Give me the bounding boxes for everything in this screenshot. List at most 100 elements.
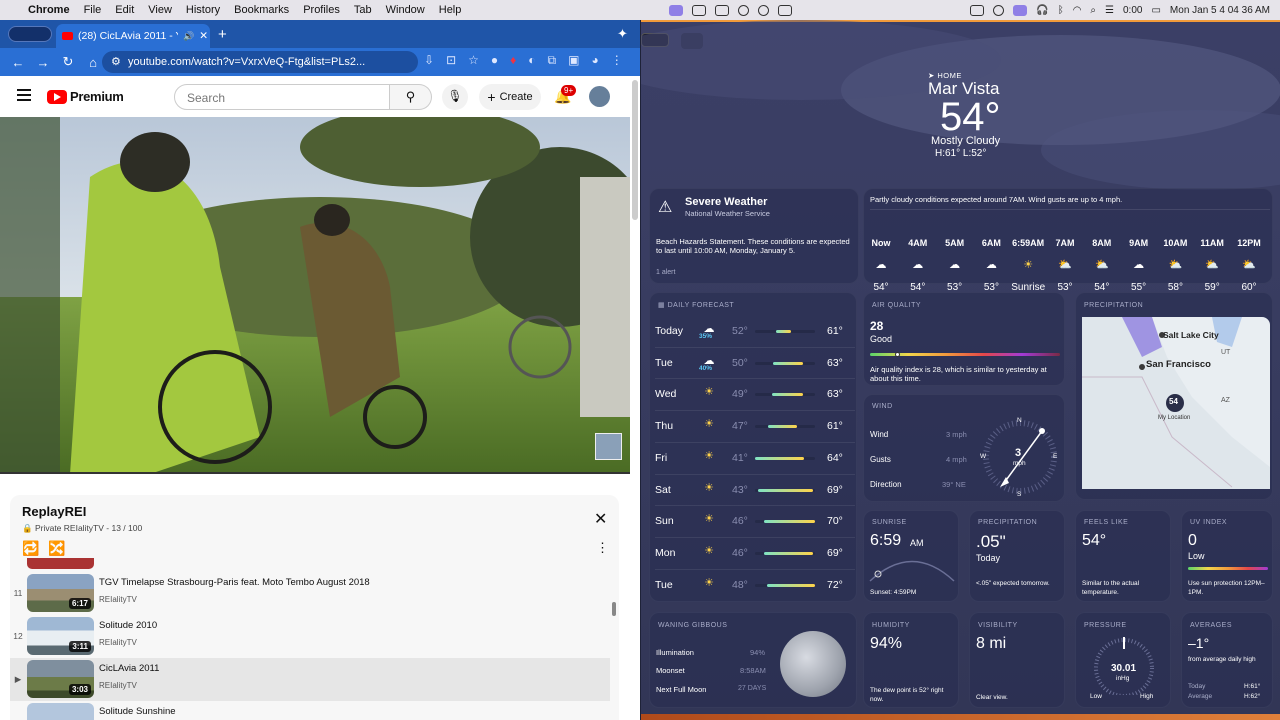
precipitation-map-card[interactable]: PRECIPITATION Salt Lake City San Francis… bbox=[1075, 292, 1273, 500]
shuffle-icon[interactable]: 🔀 bbox=[48, 540, 65, 557]
air-quality-card[interactable]: AIR QUALITY 28 Good Air quality index is… bbox=[863, 292, 1065, 386]
profile-icon[interactable]: ◕ bbox=[591, 53, 598, 68]
precipitation-card[interactable]: PRECIPITATION .05" Today <.05" expected … bbox=[969, 510, 1065, 602]
humidity-card[interactable]: HUMIDITY 94% The dew point is 52° right … bbox=[863, 612, 959, 708]
daily-row[interactable]: Today ☁ 35% 52° 61° bbox=[655, 316, 845, 347]
playlist-scrollbar[interactable] bbox=[612, 602, 616, 616]
bluetooth-icon[interactable]: ᛒ bbox=[1058, 5, 1064, 16]
home-icon[interactable]: ⌂ bbox=[86, 55, 100, 70]
extension-1-icon[interactable]: ● bbox=[491, 53, 498, 68]
pressure-card[interactable]: PRESSURE 30.01 inHg Low High bbox=[1075, 612, 1171, 708]
mic-icon[interactable]: 🎙 bbox=[442, 84, 468, 110]
video-title[interactable]: Solitude 2010 bbox=[99, 620, 157, 631]
playlist-row[interactable]: 12 3:11 Solitude 2010 REIalityTV bbox=[10, 615, 610, 658]
daily-row[interactable]: Sat ☀ 43° 69° bbox=[655, 475, 845, 506]
channel-name[interactable]: REIalityTV bbox=[99, 638, 137, 647]
search-icon[interactable]: ⌕ bbox=[1090, 5, 1096, 16]
video-thumbnail[interactable]: 6:17 bbox=[27, 574, 94, 612]
menu-icon[interactable] bbox=[17, 89, 31, 101]
page-scrollbar[interactable] bbox=[632, 80, 638, 220]
daily-row[interactable]: Tue ☁ 40% 50° 63° bbox=[655, 348, 845, 379]
playlist-row-current[interactable]: ▶ 3:03 CicLAvia 2011 REIalityTV bbox=[10, 658, 610, 701]
speaker-icon[interactable]: 🔊 bbox=[183, 31, 194, 42]
tab-active[interactable]: (28) CicLAvia 2011 - Yo 🔊 ✕ bbox=[56, 24, 210, 48]
menubar-clock[interactable]: Mon Jan 5 4 04 36 AM bbox=[1170, 5, 1270, 16]
moon-card[interactable]: WANING GIBBOUS Illumination 94% Moonset … bbox=[649, 612, 857, 708]
menu-edit[interactable]: Edit bbox=[115, 4, 134, 16]
channel-name[interactable]: REIalityTV bbox=[99, 681, 137, 690]
feels-like-card[interactable]: FEELS LIKE 54° Similar to the actual tem… bbox=[1075, 510, 1171, 602]
menu-view[interactable]: View bbox=[148, 4, 172, 16]
back-icon[interactable]: ← bbox=[11, 55, 25, 70]
new-tab-button[interactable]: + bbox=[218, 26, 227, 43]
uv-index-card[interactable]: UV INDEX 0 Low Use sun protection 12PM–1… bbox=[1181, 510, 1273, 602]
tab-search-icon[interactable] bbox=[8, 26, 52, 42]
extension-2-icon[interactable]: ♦ bbox=[510, 53, 516, 68]
search-input[interactable]: Search bbox=[174, 84, 390, 110]
timer-icon[interactable] bbox=[758, 4, 770, 16]
battery-icon[interactable]: ▭ bbox=[1151, 5, 1160, 16]
loop-icon[interactable]: 🔁 bbox=[22, 540, 39, 557]
miniplayer-thumbnail[interactable] bbox=[595, 433, 622, 460]
tab-close-icon[interactable]: ✕ bbox=[199, 30, 208, 42]
info-icon[interactable] bbox=[993, 4, 1005, 16]
video-player[interactable] bbox=[0, 117, 630, 474]
daily-row[interactable]: Wed ☀ 49° 63° bbox=[655, 379, 845, 410]
menu-chrome[interactable]: Chrome bbox=[28, 4, 70, 16]
sunrise-card[interactable]: SUNRISE 6:59 AM Sunset: 4:59PM bbox=[863, 510, 959, 602]
forward-icon[interactable]: → bbox=[36, 55, 50, 70]
video-title[interactable]: TGV Timelapse Strasbourg-Paris feat. Mot… bbox=[99, 577, 370, 588]
severe-weather-card[interactable]: ⚠ Severe Weather National Weather Servic… bbox=[649, 188, 859, 284]
visibility-card[interactable]: VISIBILITY 8 mi Clear view. bbox=[969, 612, 1065, 708]
layers-icon[interactable] bbox=[778, 4, 793, 16]
previous-item-thumbnail[interactable] bbox=[27, 558, 94, 569]
menu-tab[interactable]: Tab bbox=[354, 4, 372, 16]
video-thumbnail[interactable]: 3:03 bbox=[27, 660, 94, 698]
menu-file[interactable]: File bbox=[84, 4, 102, 16]
wind-card[interactable]: WIND Wind 3 mph Gusts 4 mph Direction 39… bbox=[863, 394, 1065, 502]
video-thumbnail[interactable]: 3:11 bbox=[27, 617, 94, 655]
control-center-icon[interactable]: ☰ bbox=[1105, 5, 1114, 16]
video-thumbnail[interactable] bbox=[27, 703, 94, 720]
youtube-logo[interactable]: Premium bbox=[47, 89, 124, 104]
averages-card[interactable]: AVERAGES –1° from average daily high Tod… bbox=[1181, 612, 1273, 708]
chrome-menu-icon[interactable]: ⋮ bbox=[611, 53, 623, 68]
channel-name[interactable]: REIalityTV bbox=[99, 595, 137, 604]
more-options-icon[interactable]: ⋮ bbox=[596, 540, 609, 556]
playlist-row[interactable]: 11 6:17 TGV Timelapse Strasbourg-Paris f… bbox=[10, 572, 610, 615]
stage-manager-icon[interactable] bbox=[669, 4, 684, 16]
install-icon[interactable]: ⇩ bbox=[424, 53, 434, 68]
clock-icon[interactable] bbox=[738, 4, 750, 16]
playlist-title[interactable]: ReplayREI bbox=[22, 504, 86, 519]
mirror-icon[interactable] bbox=[1013, 4, 1028, 16]
menu-help[interactable]: Help bbox=[439, 4, 462, 16]
gemini-icon[interactable]: ✦ bbox=[617, 26, 628, 42]
display-icon[interactable] bbox=[715, 4, 730, 16]
menubar-timer[interactable]: 0:00 bbox=[1123, 5, 1142, 16]
screen-icon[interactable] bbox=[970, 4, 985, 16]
menu-history[interactable]: History bbox=[186, 4, 220, 16]
wifi-icon[interactable]: ◠ bbox=[1073, 5, 1082, 16]
video-title[interactable]: Solitude Sunshine bbox=[99, 706, 176, 717]
menu-bookmarks[interactable]: Bookmarks bbox=[234, 4, 289, 16]
reload-icon[interactable]: ↻ bbox=[61, 54, 75, 70]
daily-row[interactable]: Sun ☀ 46° 70° bbox=[655, 506, 845, 537]
daily-row[interactable]: Mon ☀ 46° 69° bbox=[655, 538, 845, 569]
close-icon[interactable]: ✕ bbox=[594, 509, 607, 529]
video-title[interactable]: CicLAvia 2011 bbox=[99, 663, 159, 674]
avatar[interactable] bbox=[589, 86, 610, 107]
create-button[interactable]: + Create bbox=[479, 84, 541, 110]
extension-3-icon[interactable]: ◐ bbox=[528, 53, 535, 68]
window-icon[interactable] bbox=[692, 4, 707, 16]
address-bar[interactable]: ⚙ youtube.com/watch?v=VxrxVeQ-Ftg&list=P… bbox=[102, 51, 418, 73]
daily-row[interactable]: Tue ☀ 48° 72° bbox=[655, 570, 845, 601]
extensions-icon[interactable]: ⧉ bbox=[548, 53, 557, 68]
screenshot-icon[interactable]: ⊡ bbox=[446, 53, 456, 68]
menu-window[interactable]: Window bbox=[386, 4, 425, 16]
daily-row[interactable]: Thu ☀ 47° 61° bbox=[655, 411, 845, 442]
side-panel-icon[interactable]: ▣ bbox=[568, 53, 579, 68]
daily-row[interactable]: Fri ☀ 41° 64° bbox=[655, 443, 845, 474]
bookmark-star-icon[interactable]: ☆ bbox=[468, 53, 479, 68]
site-info-icon[interactable]: ⚙ bbox=[111, 55, 121, 68]
menu-profiles[interactable]: Profiles bbox=[303, 4, 340, 16]
